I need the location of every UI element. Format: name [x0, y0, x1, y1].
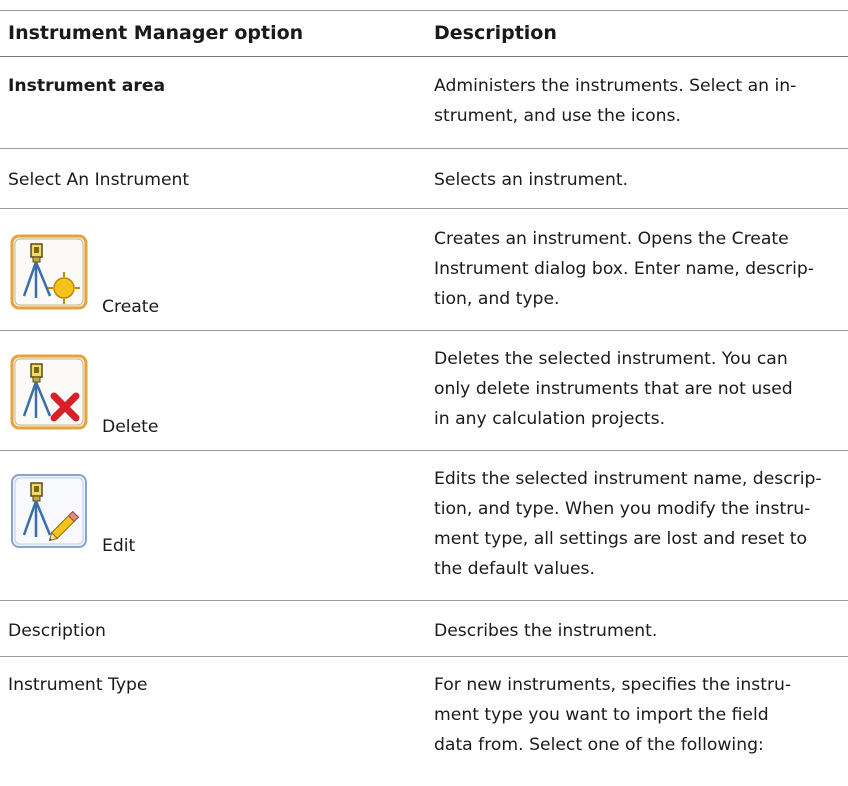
- row-description-option: Description: [8, 621, 106, 641]
- row-rule: [0, 148, 848, 149]
- header-description: Description: [434, 22, 557, 44]
- edit-instrument-icon[interactable]: [10, 473, 88, 549]
- row-create-option: Create: [102, 297, 160, 317]
- create-instrument-icon[interactable]: [10, 234, 88, 310]
- row-instrument-type-desc-line-2: ment type you want to import the field: [434, 705, 769, 725]
- row-edit-desc-line-3: ment type, all settings are lost and res…: [434, 529, 808, 549]
- row-create-desc-line-2: Instrument dialog box. Enter name, descr…: [434, 259, 815, 279]
- row-instrument-type-desc-line-1: For new instruments, specifies the instr…: [434, 675, 792, 695]
- row-delete-desc-line-1: Deletes the selected instrument. You can: [434, 349, 788, 369]
- row-edit-desc-line-2: tion, and type. When you modify the inst…: [434, 499, 811, 519]
- row-rule: [0, 450, 848, 451]
- row-instrument-area-option: Instrument area: [8, 76, 166, 96]
- row-delete-option: Delete: [102, 417, 159, 437]
- row-instrument-area-desc-line-2: strument, and use the icons.: [434, 106, 681, 126]
- row-select-option: Select An Instrument: [8, 170, 190, 190]
- row-edit-option: Edit: [102, 536, 136, 556]
- row-delete-desc-line-3: in any calculation projects.: [434, 409, 666, 429]
- row-create-desc-line-3: tion, and type.: [434, 289, 560, 309]
- header-option: Instrument Manager option: [8, 22, 304, 44]
- row-instrument-type-option: Instrument Type: [8, 675, 148, 695]
- delete-instrument-icon[interactable]: [10, 354, 88, 430]
- row-select-desc-line-1: Selects an instrument.: [434, 170, 629, 190]
- table-top-rule: [0, 10, 848, 11]
- row-rule: [0, 330, 848, 331]
- row-instrument-type-desc-line-3: data from. Select one of the following:: [434, 735, 764, 755]
- row-rule: [0, 656, 848, 657]
- row-create-desc-line-1: Creates an instrument. Opens the Create: [434, 229, 789, 249]
- row-edit-desc-line-4: the default values.: [434, 559, 595, 579]
- row-description-desc-line-1: Describes the instrument.: [434, 621, 658, 641]
- row-rule: [0, 600, 848, 601]
- row-delete-desc-line-2: only delete instruments that are not use…: [434, 379, 793, 399]
- row-rule: [0, 208, 848, 209]
- header-rule: [0, 56, 848, 57]
- row-edit-desc-line-1: Edits the selected instrument name, desc…: [434, 469, 822, 489]
- row-instrument-area-desc-line-1: Administers the instruments. Select an i…: [434, 76, 797, 96]
